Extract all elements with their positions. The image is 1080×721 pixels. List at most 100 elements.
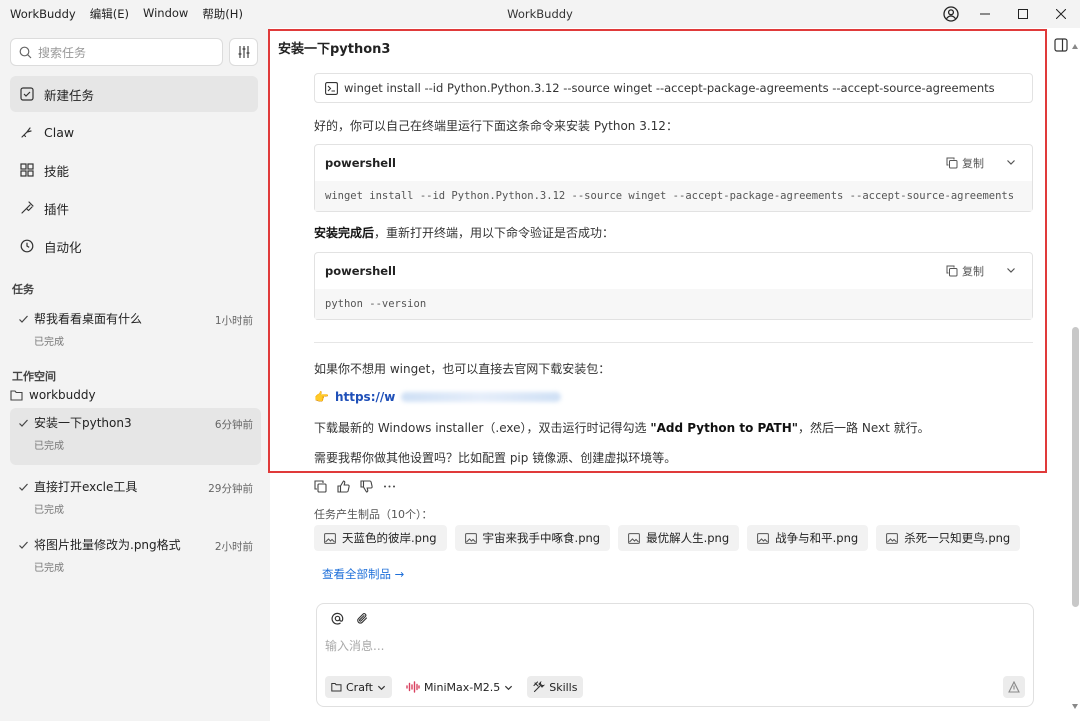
more-icon[interactable]: [383, 480, 396, 493]
para-text: 下载最新的 Windows installer（.exe），双击运行时记得勾选: [314, 421, 651, 435]
download-link[interactable]: 👉 https://w: [314, 390, 562, 404]
divider: [314, 342, 1033, 343]
nav-automation-label: 自动化: [44, 239, 82, 255]
artifact-name: 宇宙来我手中啄食.png: [482, 531, 601, 545]
message-paragraph: 安装完成后，重新打开终端，用以下命令验证是否成功：: [314, 224, 614, 241]
menu-window[interactable]: Window: [143, 6, 188, 22]
maximize-button[interactable]: [1004, 0, 1042, 28]
artifact-chip[interactable]: 天蓝色的彼岸.png: [314, 525, 447, 551]
code-block: powershell 复制 winget install --id Python…: [314, 144, 1033, 212]
thumbs-up-icon[interactable]: [337, 480, 350, 493]
menu-edit[interactable]: 编辑(E): [90, 6, 129, 22]
artifact-name: 杀死一只知更鸟.png: [904, 531, 1011, 545]
search-icon: [19, 46, 32, 58]
task-item[interactable]: 直接打开excle工具 29分钟前 已完成: [10, 472, 261, 522]
nav-plugins[interactable]: 插件: [10, 190, 258, 226]
chevron-down-icon[interactable]: [1006, 265, 1016, 275]
view-all-artifacts-link[interactable]: 查看全部制品 →: [322, 566, 404, 582]
task-item[interactable]: 帮我看看桌面有什么 1小时前 已完成: [10, 304, 261, 354]
terminal-icon: [325, 81, 338, 95]
plugin-icon: [21, 201, 34, 214]
artifact-chip[interactable]: 宇宙来我手中啄食.png: [454, 525, 611, 551]
link-text: https://w: [334, 390, 396, 404]
message-input[interactable]: 输入消息...: [325, 637, 384, 654]
copy-label: 复制: [962, 157, 984, 170]
thumbs-down-icon[interactable]: [360, 480, 373, 493]
message-paragraph: 如果你不想用 winget，也可以直接去官网下载安装包：: [314, 362, 611, 376]
search-input[interactable]: 搜索任务: [10, 38, 223, 66]
copy-button[interactable]: 复制: [946, 263, 984, 279]
image-icon: [464, 532, 477, 544]
soundwave-icon: [406, 681, 420, 693]
scroll-down-icon[interactable]: [1072, 704, 1078, 709]
claw-icon: [21, 127, 32, 138]
para-text: ，重新打开终端，用以下命令验证是否成功：: [374, 226, 615, 240]
redacted-url: [401, 392, 562, 402]
check-icon: [19, 315, 28, 323]
image-icon: [324, 532, 336, 544]
message-actions: [314, 480, 396, 493]
tasks-section-label: 任务: [12, 283, 34, 296]
copy-icon: [946, 265, 958, 277]
clock-icon: [20, 239, 34, 253]
search-placeholder: 搜索任务: [38, 45, 87, 60]
attachment-icon[interactable]: [356, 612, 369, 625]
message-paragraph: 好的，你可以自己在终端里运行下面这条命令来安装 Python 3.12：: [314, 119, 678, 133]
sidebar: 搜索任务 新建任务 Claw 技能 插件 自动化 任务 帮我看看桌面有什么 1小…: [0, 28, 270, 721]
artifacts-list: 天蓝色的彼岸.png 宇宙来我手中啄食.png 最优解人生.png 战争与和平.…: [314, 525, 1021, 551]
image-icon: [757, 532, 770, 544]
nav-skills-label: 技能: [44, 163, 70, 179]
chevron-down-icon[interactable]: [1006, 157, 1016, 167]
folder-icon: [331, 683, 342, 692]
mode-label: Craft: [346, 680, 373, 694]
artifact-name: 战争与和平.png: [775, 531, 859, 545]
task-time: 6分钟前: [214, 419, 253, 431]
scroll-up-icon[interactable]: [1072, 44, 1078, 49]
nav-claw[interactable]: Claw: [10, 114, 258, 150]
close-button[interactable]: [1042, 0, 1080, 28]
artifact-chip[interactable]: 最优解人生.png: [618, 525, 740, 551]
artifact-chip[interactable]: 战争与和平.png: [747, 525, 869, 551]
task-time: 1小时前: [214, 315, 253, 327]
task-item[interactable]: 将图片批量修改为.png格式 2小时前 已完成: [10, 530, 261, 580]
nav-new-task[interactable]: 新建任务: [10, 76, 258, 112]
copy-icon[interactable]: [314, 480, 327, 493]
send-button[interactable]: [1003, 676, 1025, 698]
scrollbar[interactable]: [1070, 28, 1080, 721]
menu-bar: 编辑(E) Window 帮助(H): [90, 6, 243, 22]
skills-button[interactable]: Skills: [527, 676, 584, 698]
account-icon[interactable]: [936, 0, 966, 28]
app-name: WorkBuddy: [10, 7, 76, 21]
minimize-button[interactable]: [966, 0, 1004, 28]
workspace-folder[interactable]: workbuddy: [10, 388, 96, 402]
check-icon: [19, 419, 28, 427]
copy-button[interactable]: 复制: [946, 155, 984, 171]
nav-skills[interactable]: 技能: [10, 152, 258, 188]
mode-selector[interactable]: Craft: [325, 676, 392, 698]
main-panel: 安装一下python3 winget install --id Python.P…: [270, 28, 1080, 721]
mention-icon[interactable]: [331, 612, 344, 625]
nav-claw-label: Claw: [44, 124, 75, 140]
sliders-icon: [238, 46, 249, 58]
menu-help[interactable]: 帮助(H): [202, 6, 243, 22]
pointing-hand-icon: 👉: [314, 390, 329, 404]
message-paragraph: 下载最新的 Windows installer（.exe），双击运行时记得勾选 …: [314, 419, 930, 436]
main-nav: 新建任务 Claw 技能 插件 自动化: [10, 76, 258, 266]
model-selector[interactable]: MiniMax-M2.5: [400, 676, 519, 698]
check-icon: [19, 483, 28, 491]
task-status: 已完成: [34, 505, 64, 516]
task-item-active[interactable]: 安装一下python3 6分钟前 已完成: [10, 408, 261, 465]
send-icon: [1008, 681, 1020, 693]
bold-text: 安装完成后: [314, 226, 375, 240]
toggle-panel-icon[interactable]: [1054, 38, 1068, 55]
copy-label: 复制: [962, 265, 984, 278]
artifact-chip[interactable]: 杀死一只知更鸟.png: [876, 525, 1021, 551]
message-composer: 输入消息... Craft MiniMax-M2.5 Skills: [316, 603, 1034, 707]
nav-automation[interactable]: 自动化: [10, 228, 258, 264]
artifacts-label: 任务产生制品（10个）：: [314, 508, 433, 521]
code-block: powershell 复制 python --version: [314, 252, 1033, 320]
message-paragraph: 需要我帮你做其他设置吗？比如配置 pip 镜像源、创建虚拟环境等。: [314, 451, 677, 465]
copy-icon: [946, 157, 958, 169]
filter-button[interactable]: [229, 38, 258, 66]
scrollbar-thumb[interactable]: [1072, 327, 1079, 607]
